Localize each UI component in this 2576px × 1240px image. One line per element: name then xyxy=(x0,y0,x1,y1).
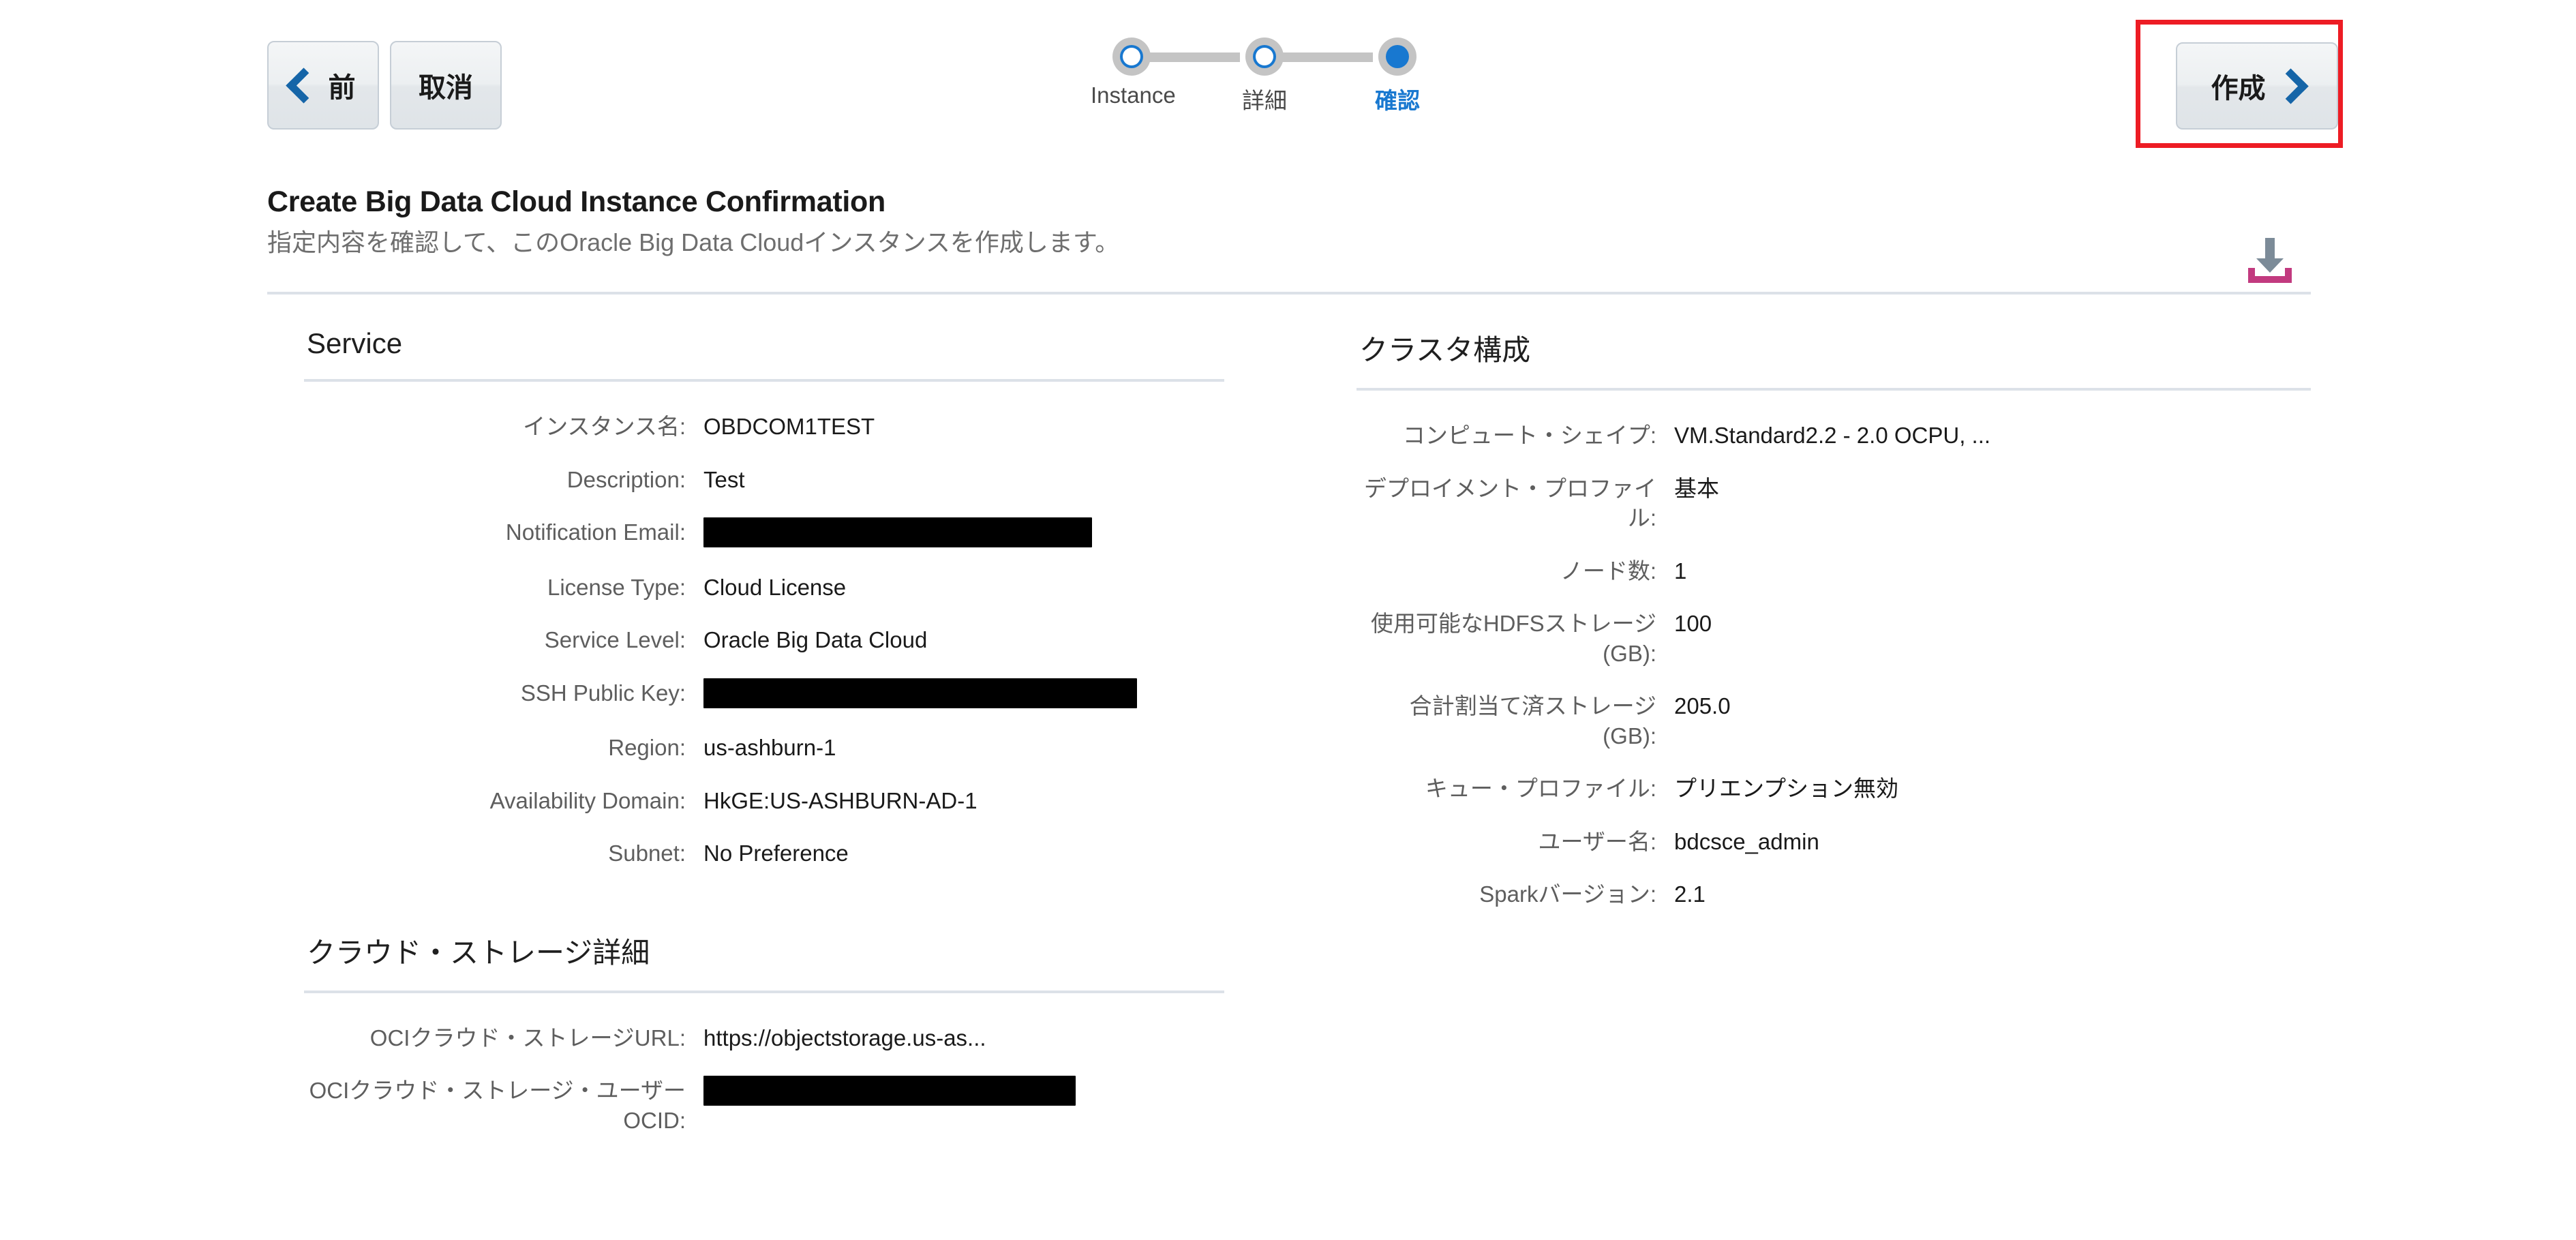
stepper-dot-instance xyxy=(1112,37,1151,76)
row-value: 基本 xyxy=(1674,475,1719,501)
row-key: コンピュート・シェイプ: xyxy=(1402,423,1656,448)
table-row: ユーザー名: bdcsce_admin xyxy=(1357,827,2311,880)
table-row: キュー・プロファイル: プリエンプション無効 xyxy=(1357,774,2311,827)
stepper-label-instance: Instance xyxy=(1091,82,1176,108)
row-key: Subnet: xyxy=(608,841,686,866)
create-button[interactable]: 作成 xyxy=(2176,42,2338,130)
stepper-step-instance[interactable]: Instance xyxy=(1091,37,1176,108)
cloud-storage-section: クラウド・ストレージ詳細 OCIクラウド・ストレージURL: https://o… xyxy=(304,930,1224,1159)
stepper-step-confirm[interactable]: 確認 xyxy=(1357,37,1438,115)
row-value xyxy=(703,1076,1224,1158)
row-value: プリエンプション無効 xyxy=(1674,776,1899,802)
previous-button-label: 前 xyxy=(328,73,356,103)
service-section-rule xyxy=(304,379,1224,382)
row-key: インスタンス名: xyxy=(523,414,686,439)
download-icon[interactable] xyxy=(2243,235,2297,286)
redaction-bar xyxy=(703,1076,1076,1106)
table-row: 合計割当て済ストレージ(GB): 205.0 xyxy=(1357,691,2311,774)
cluster-config-detail-table: コンピュート・シェイプ: VM.Standard2.2 - 2.0 OCPU, … xyxy=(1357,421,2311,933)
row-key: SSH Public Key: xyxy=(520,680,686,706)
row-value: us-ashburn-1 xyxy=(703,735,836,761)
chevron-left-icon xyxy=(285,67,322,104)
table-row: Notification Email: xyxy=(304,517,1224,573)
redaction-bar xyxy=(703,517,1092,548)
row-value xyxy=(703,678,1224,734)
table-row: License Type: Cloud License xyxy=(304,573,1224,626)
row-key: ユーザー名: xyxy=(1538,828,1656,854)
row-key: Service Level: xyxy=(544,627,686,653)
row-key: Sparkバージョン: xyxy=(1479,881,1656,907)
cluster-config-section: クラスタ構成 コンピュート・シェイプ: VM.Standard2.2 - 2.0… xyxy=(1357,327,2311,933)
page-header: Create Big Data Cloud Instance Confirmat… xyxy=(267,185,2312,258)
table-row: SSH Public Key: xyxy=(304,678,1224,734)
row-key: Availability Domain: xyxy=(489,787,686,813)
row-value: Test xyxy=(703,466,745,492)
table-row: OCIクラウド・ストレージURL: https://objectstorage.… xyxy=(304,1023,1224,1076)
row-value: Oracle Big Data Cloud xyxy=(703,627,928,653)
page-title: Create Big Data Cloud Instance Confirmat… xyxy=(267,185,885,218)
wizard-toolbar: 前 取消 作成 Instance 詳細 確認 xyxy=(0,0,2576,170)
row-key: Region: xyxy=(608,735,686,761)
header-divider xyxy=(267,292,2311,294)
service-column: Service インスタンス名: OBDCOM1TEST Description… xyxy=(304,327,1224,1159)
table-row: コンピュート・シェイプ: VM.Standard2.2 - 2.0 OCPU, … xyxy=(1357,421,2311,474)
redaction-bar xyxy=(703,678,1137,708)
row-key: 合計割当て済ストレージ(GB): xyxy=(1409,693,1656,748)
table-row: Service Level: Oracle Big Data Cloud xyxy=(304,625,1224,678)
table-row: OCIクラウド・ストレージ・ユーザーOCID: xyxy=(304,1076,1224,1158)
page-subtitle: 指定内容を確認して、このOracle Big Data Cloudインスタンスを… xyxy=(267,228,1120,256)
stepper-dot-confirm xyxy=(1378,37,1416,76)
row-value xyxy=(703,517,1224,573)
row-key: キュー・プロファイル: xyxy=(1425,776,1656,802)
table-row: デプロイメント・プロファイル: 基本 xyxy=(1357,474,2311,556)
wizard-stepper: Instance 詳細 確認 xyxy=(1091,37,1500,133)
cloud-storage-section-title: クラウド・ストレージ詳細 xyxy=(307,936,650,969)
stepper-label-confirm: 確認 xyxy=(1375,88,1420,113)
row-value: bdcsce_admin xyxy=(1674,828,1819,854)
stepper-dot-details xyxy=(1245,37,1284,76)
service-detail-table: インスタンス名: OBDCOM1TEST Description: Test N… xyxy=(304,412,1224,892)
table-row: Subnet: No Preference xyxy=(304,838,1224,892)
cancel-button[interactable]: 取消 xyxy=(390,41,502,130)
table-row: 使用可能なHDFSストレージ(GB): 100 xyxy=(1357,609,2311,691)
table-row: Availability Domain: HkGE:US-ASHBURN-AD-… xyxy=(304,786,1224,839)
row-key: 使用可能なHDFSストレージ(GB): xyxy=(1370,611,1656,666)
cloud-storage-section-rule xyxy=(304,990,1224,993)
row-key: Notification Email: xyxy=(505,519,686,545)
row-value: https://objectstorage.us-as... xyxy=(703,1025,986,1050)
row-value: VM.Standard2.2 - 2.0 OCPU, ... xyxy=(1674,423,1991,448)
row-value: Cloud License xyxy=(703,574,847,600)
row-value: No Preference xyxy=(703,841,849,866)
cluster-config-section-rule xyxy=(1357,388,2311,391)
create-button-label: 作成 xyxy=(2211,74,2266,104)
chevron-right-icon xyxy=(2272,67,2309,104)
row-value: 1 xyxy=(1674,558,1687,584)
cloud-storage-detail-table: OCIクラウド・ストレージURL: https://objectstorage.… xyxy=(304,1023,1224,1159)
row-key: デプロイメント・プロファイル: xyxy=(1364,475,1656,531)
row-value: 2.1 xyxy=(1674,881,1706,907)
stepper-label-details: 詳細 xyxy=(1242,88,1287,113)
service-section: Service インスタンス名: OBDCOM1TEST Description… xyxy=(304,327,1224,892)
previous-button[interactable]: 前 xyxy=(267,41,379,130)
row-key: License Type: xyxy=(547,574,686,600)
row-key: OCIクラウド・ストレージURL: xyxy=(369,1025,686,1050)
row-key: Description: xyxy=(566,466,686,492)
row-key: ノード数: xyxy=(1560,558,1656,584)
row-key: OCIクラウド・ストレージ・ユーザーOCID: xyxy=(309,1078,686,1134)
cluster-config-section-title: クラスタ構成 xyxy=(1359,334,1531,366)
stepper-step-details[interactable]: 詳細 xyxy=(1224,37,1305,115)
row-value: 205.0 xyxy=(1674,693,1731,719)
table-row: Description: Test xyxy=(304,465,1224,518)
cluster-column: クラスタ構成 コンピュート・シェイプ: VM.Standard2.2 - 2.0… xyxy=(1357,327,2311,933)
table-row: インスタンス名: OBDCOM1TEST xyxy=(304,412,1224,465)
service-section-title: Service xyxy=(307,327,403,359)
row-value: HkGE:US-ASHBURN-AD-1 xyxy=(703,787,978,813)
cancel-button-label: 取消 xyxy=(419,73,473,103)
table-row: Sparkバージョン: 2.1 xyxy=(1357,879,2311,933)
table-row: Region: us-ashburn-1 xyxy=(304,733,1224,786)
row-value: 100 xyxy=(1674,611,1712,637)
table-row: ノード数: 1 xyxy=(1357,556,2311,609)
row-value: OBDCOM1TEST xyxy=(703,414,875,439)
